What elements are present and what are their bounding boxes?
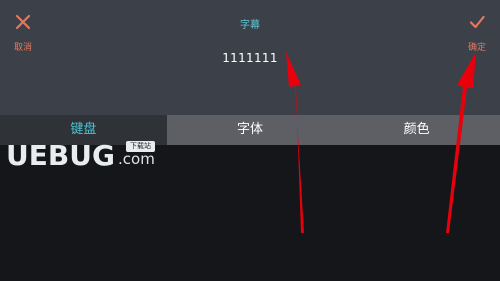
annotation-arrows <box>286 52 476 233</box>
annotation-arrow-subtitle <box>286 52 304 233</box>
annotation-arrow-confirm <box>446 52 476 233</box>
